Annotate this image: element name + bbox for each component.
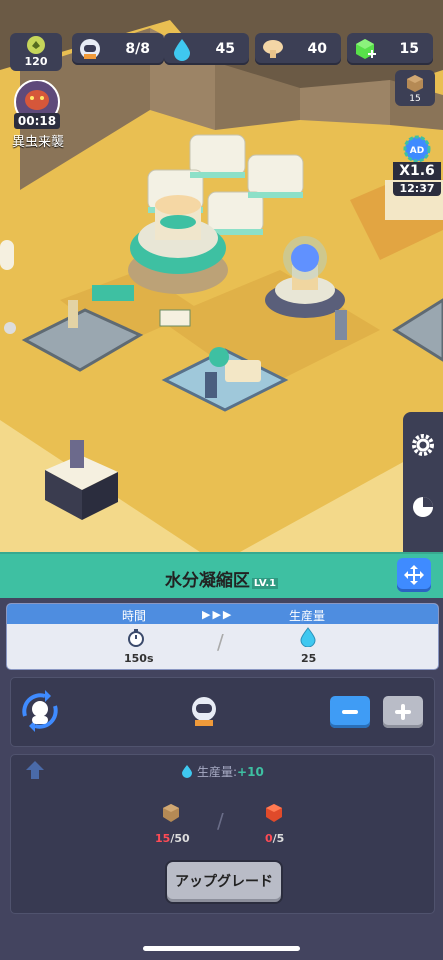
- ad-label: AD: [410, 146, 424, 156]
- material-separator: /: [217, 809, 224, 833]
- boost-time: 12:37: [393, 182, 441, 196]
- material-2-count: 0/5: [265, 832, 284, 845]
- water-drop-icon: [300, 627, 316, 651]
- food-value: 40: [307, 41, 327, 57]
- remove-worker-button[interactable]: [330, 696, 370, 728]
- worker-value: 8/8: [125, 41, 150, 57]
- bug-attack-alert[interactable]: 00:18 異虫来襲: [8, 80, 66, 150]
- production-separator: /: [217, 630, 224, 654]
- water-drop-icon: [181, 764, 193, 781]
- upgrade-panel: 生産量:+10 / 15/50 0/5 アップグレード: [10, 754, 435, 914]
- worker-counter[interactable]: 8/8: [72, 33, 164, 65]
- home-indicator[interactable]: [143, 946, 300, 951]
- move-button[interactable]: [397, 558, 431, 592]
- building-level: LV.1: [251, 578, 279, 589]
- stopwatch-icon: [127, 628, 145, 652]
- time-header: 時間: [122, 609, 147, 623]
- output-value: 25: [301, 652, 317, 665]
- food-counter[interactable]: 40: [255, 33, 341, 65]
- building-header: 水分凝縮区 LV.1: [0, 552, 443, 598]
- side-menu: [403, 412, 443, 552]
- green-gem-plus-icon: [353, 37, 377, 61]
- worker-assign-panel: [10, 677, 435, 747]
- crate-button[interactable]: 15: [395, 70, 435, 106]
- boost-multiplier: X1.6: [393, 162, 441, 180]
- arrow-header: ▶▶▶: [202, 608, 234, 621]
- material-2-have: 0: [265, 832, 273, 845]
- base-map: [0, 0, 443, 552]
- astronaut-icon: [78, 37, 102, 61]
- move-arrows-icon: [404, 565, 424, 589]
- rate-row: 生産量:+10: [11, 763, 434, 781]
- time-value: 150s: [124, 652, 154, 665]
- water-counter[interactable]: 45: [164, 33, 249, 65]
- output-header: 生産量: [289, 609, 326, 623]
- alert-timer: 00:18: [14, 113, 60, 129]
- crate-count: 15: [409, 94, 421, 104]
- astronaut-icon: [188, 695, 220, 731]
- material-1-have: 15: [155, 832, 171, 845]
- add-worker-button[interactable]: [383, 696, 423, 728]
- building-name: 水分凝縮区: [164, 571, 250, 591]
- game-scene[interactable]: 120 8/8 45 40 15 00:18 異虫来襲 15 AD X1.6 1…: [0, 0, 443, 552]
- building-title: 水分凝縮区 LV.1: [0, 566, 443, 591]
- upgrade-button[interactable]: アップグレード: [165, 860, 283, 904]
- material-1-need: /50: [170, 832, 190, 845]
- production-info: 時間 ▶▶▶ 生産量 / 150s 25: [6, 603, 439, 670]
- alert-label: 異虫来襲: [11, 135, 64, 150]
- material-1-count: 15/50: [155, 832, 190, 845]
- mushroom-icon: [261, 37, 285, 61]
- red-brick-icon: [265, 803, 283, 827]
- water-drop-icon: [170, 37, 194, 61]
- gem-value: 15: [399, 41, 419, 57]
- water-value: 45: [215, 41, 235, 57]
- material-2-need: /5: [272, 832, 285, 845]
- rate-label: 生産量:: [197, 765, 238, 779]
- rate-value: +10: [237, 765, 264, 779]
- gem-counter[interactable]: 15: [347, 33, 433, 65]
- worker-swap-icon[interactable]: [15, 686, 65, 740]
- ad-boost-button[interactable]: AD X1.6 12:37: [393, 135, 441, 197]
- minus-icon: [342, 710, 358, 714]
- crate-icon: [162, 803, 180, 827]
